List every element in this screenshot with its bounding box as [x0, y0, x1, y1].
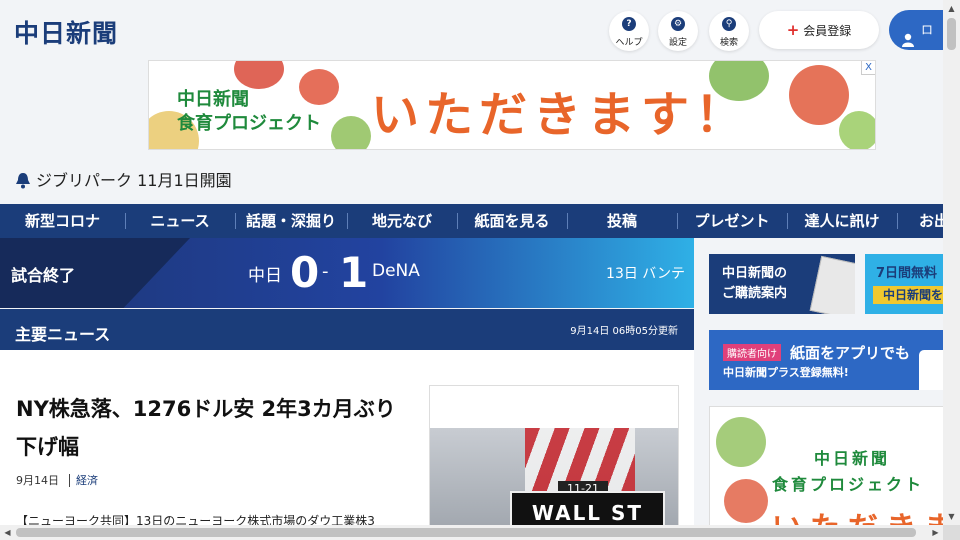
- user-icon: [902, 23, 914, 47]
- nav-item-topics[interactable]: 話題・深掘り: [235, 204, 347, 238]
- food-headline: いただきま: [772, 503, 959, 525]
- site-logo[interactable]: 中日新聞: [14, 14, 118, 50]
- settings-label: 設定: [668, 38, 687, 48]
- vertical-scroll-thumb[interactable]: [947, 18, 956, 50]
- ad-close-icon[interactable]: X: [861, 61, 875, 75]
- article-excerpt: 【ニューヨーク共同】13日のニューヨーク株式市場のダウ工業株3: [16, 514, 375, 525]
- banner-headline: いただきます！: [371, 87, 750, 143]
- banner-title: 中日新聞: [177, 89, 249, 110]
- veg-illustration: [839, 111, 875, 149]
- horizontal-scroll-thumb[interactable]: [16, 528, 916, 537]
- away-team: DeNA: [372, 261, 420, 281]
- veg-illustration: [789, 65, 849, 125]
- veg-illustration: [724, 479, 768, 523]
- article-category[interactable]: 経済: [69, 474, 98, 487]
- subscriber-badge: 購読者向け: [723, 344, 781, 361]
- scroll-left-icon[interactable]: ◀: [0, 525, 15, 540]
- login-label: ロ: [921, 23, 934, 37]
- game-venue: 13日 バンテ: [606, 266, 685, 282]
- ad-banner[interactable]: 中日新聞 食育プロジェクト いただきます！ X: [148, 60, 876, 150]
- member-register-button[interactable]: + 会員登録: [759, 11, 879, 49]
- home-team: 中日: [248, 266, 282, 286]
- subscribe-banner[interactable]: 中日新聞の ご購読案内: [709, 254, 855, 314]
- score-separator: -: [322, 261, 329, 282]
- game-status: 試合終了: [11, 266, 76, 285]
- baseball-score-bar[interactable]: 試合終了 中日 0 - 1 DeNA 13日 バンテ: [0, 238, 694, 308]
- main-news-header: 主要ニュース 9月14日 06時05分更新: [0, 309, 694, 350]
- bell-icon: [14, 171, 32, 189]
- scroll-right-icon[interactable]: ▶: [928, 525, 943, 540]
- member-label: 会員登録: [803, 24, 852, 38]
- home-score: 0: [290, 248, 320, 297]
- food-subtitle: 食育プロジェクト: [772, 475, 925, 494]
- veg-illustration: [716, 417, 766, 467]
- vertical-scrollbar[interactable]: ▲ ▼: [943, 0, 960, 525]
- scrollbar-corner: [943, 525, 960, 540]
- search-label: 検索: [719, 38, 738, 48]
- article-photo[interactable]: 11-21 WALL ST: [429, 385, 679, 525]
- nav-item-corona[interactable]: 新型コロナ: [0, 204, 125, 238]
- nav-item-local[interactable]: 地元なび: [347, 204, 457, 238]
- help-button[interactable]: ? ヘルプ: [609, 11, 649, 51]
- food-project-banner[interactable]: 中日新聞 食育プロジェクト いただきま: [709, 406, 960, 526]
- main-nav: 新型コロナ ニュース 話題・深掘り 地元なび 紙面を見る 投稿 プレゼント 達人…: [0, 204, 960, 238]
- food-title: 中日新聞: [814, 449, 891, 468]
- wall-street-sign: WALL ST: [510, 491, 665, 525]
- veg-illustration: [331, 116, 371, 149]
- question-icon: ?: [622, 17, 636, 31]
- plus-icon: +: [786, 21, 800, 39]
- nav-item-paper[interactable]: 紙面を見る: [457, 204, 567, 238]
- nav-item-present[interactable]: プレゼント: [677, 204, 787, 238]
- update-timestamp: 9月14日 06時05分更新: [570, 326, 678, 337]
- search-button[interactable]: ⚲ 検索: [709, 11, 749, 51]
- search-icon: ⚲: [722, 17, 736, 31]
- scroll-up-icon[interactable]: ▲: [943, 0, 960, 17]
- nav-item-news[interactable]: ニュース: [125, 204, 235, 238]
- news-ticker[interactable]: ジブリパーク 11月1日開園: [14, 167, 232, 191]
- ticker-text: ジブリパーク 11月1日開園: [36, 171, 232, 190]
- main-news-title: 主要ニュース: [15, 325, 111, 344]
- help-label: ヘルプ: [615, 38, 643, 48]
- gear-icon: ⚙: [671, 17, 685, 31]
- veg-illustration: [299, 69, 339, 105]
- app-subtitle: 中日新聞プラス登録無料!: [723, 366, 849, 379]
- scroll-down-icon[interactable]: ▼: [943, 508, 960, 525]
- settings-button[interactable]: ⚙ 設定: [658, 11, 698, 51]
- app-title: 紙面をアプリでも: [790, 344, 911, 362]
- article-meta: 9月14日 経済: [16, 472, 98, 488]
- banner-subtitle: 食育プロジェクト: [177, 113, 321, 134]
- horizontal-scrollbar[interactable]: ◀ ▶: [0, 525, 943, 540]
- trial-line1: 7日間無料: [876, 266, 938, 281]
- article-title[interactable]: NY株急落、1276ドル安 2年3カ月ぶり下げ幅: [16, 390, 406, 466]
- nav-item-expert[interactable]: 達人に訊け: [787, 204, 897, 238]
- away-score: 1: [339, 248, 369, 297]
- article-date: 9月14日: [16, 474, 59, 487]
- app-banner[interactable]: 購読者向け 紙面をアプリでも 中日新聞プラス登録無料!: [709, 330, 960, 390]
- nav-item-post[interactable]: 投稿: [567, 204, 677, 238]
- top-article[interactable]: NY株急落、1276ドル安 2年3カ月ぶり下げ幅 9月14日 経済 【ニューヨーク…: [0, 350, 694, 525]
